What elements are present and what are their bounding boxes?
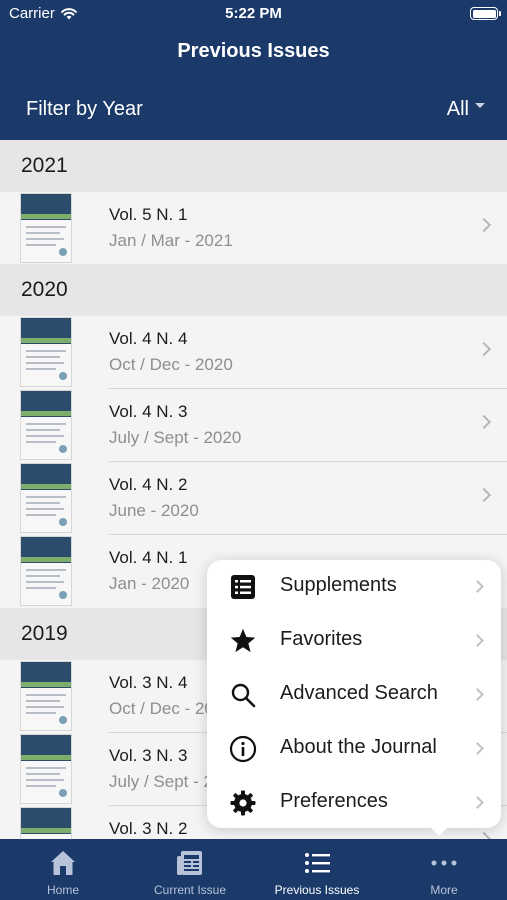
issue-volume: Vol. 4 N. 1 xyxy=(109,548,188,567)
menu-item-label: Advanced Search xyxy=(280,682,438,704)
menu-item-preferences[interactable]: Preferences xyxy=(207,776,501,830)
gear-icon xyxy=(229,789,257,817)
issue-volume: Vol. 3 N. 4 xyxy=(109,673,188,692)
tab-label: Home xyxy=(46,883,79,897)
issue-volume: Vol. 4 N. 3 xyxy=(109,402,188,421)
more-menu-popover: Supplements Favorites Advanced Search Ab… xyxy=(207,560,501,828)
section-header-2020: 2020 xyxy=(0,264,507,316)
tab-bar: Home Current Issue Previous Issues More xyxy=(0,839,507,900)
issue-volume: Vol. 4 N. 2 xyxy=(109,475,188,494)
star-icon xyxy=(229,627,257,655)
tab-current-issue[interactable]: Current Issue xyxy=(127,839,253,900)
popover-arrow xyxy=(429,826,449,836)
tab-more[interactable]: More xyxy=(381,839,507,900)
menu-item-label: Favorites xyxy=(280,628,363,650)
menu-item-label: Supplements xyxy=(280,574,397,596)
tab-home[interactable]: Home xyxy=(0,839,126,900)
year-filter-dropdown[interactable]: All xyxy=(447,98,485,121)
chevron-right-icon xyxy=(471,688,484,701)
issue-cover-thumbnail xyxy=(20,536,72,606)
issue-date: Jan / Mar - 2021 xyxy=(109,231,233,250)
issue-cover-thumbnail xyxy=(20,390,72,460)
home-icon xyxy=(51,851,75,875)
issue-date: June - 2020 xyxy=(109,501,199,520)
tab-previous-issues[interactable]: Previous Issues xyxy=(254,839,380,900)
chevron-right-icon xyxy=(476,414,492,430)
issue-date: Oct / Dec - 2020 xyxy=(109,355,233,374)
search-icon xyxy=(229,681,257,709)
chevron-right-icon xyxy=(476,487,492,503)
status-bar: Carrier 5:22 PM xyxy=(0,0,507,28)
tab-label: Current Issue xyxy=(153,883,227,897)
tab-label: More xyxy=(430,883,458,897)
issue-date: July / Sept - 2020 xyxy=(109,428,242,447)
filter-label: Filter by Year xyxy=(26,98,143,120)
tab-label: Previous Issues xyxy=(274,883,360,897)
issue-cover-thumbnail xyxy=(20,661,72,731)
chevron-right-icon xyxy=(476,217,492,233)
year-filter-value: All xyxy=(446,98,469,120)
menu-item-supplements[interactable]: Supplements xyxy=(207,560,501,614)
issue-cover-thumbnail xyxy=(20,317,72,387)
menu-item-label: Preferences xyxy=(280,790,388,812)
menu-item-label: About the Journal xyxy=(280,736,437,758)
list-icon xyxy=(229,573,257,601)
issue-cover-thumbnail xyxy=(20,193,72,263)
header: Carrier 5:22 PM Previous Issues Filter b… xyxy=(0,0,507,140)
section-year: 2019 xyxy=(21,622,68,645)
issue-cover-thumbnail xyxy=(20,463,72,533)
issue-row[interactable]: Vol. 4 N. 3 July / Sept - 2020 xyxy=(0,389,507,462)
issue-volume: Vol. 5 N. 1 xyxy=(109,205,188,224)
chevron-right-icon xyxy=(471,796,484,809)
issue-volume: Vol. 4 N. 4 xyxy=(109,329,188,348)
chevron-right-icon xyxy=(471,634,484,647)
list-icon xyxy=(305,853,330,873)
section-year: 2021 xyxy=(21,154,68,177)
section-year: 2020 xyxy=(21,278,68,301)
chevron-right-icon xyxy=(476,341,492,357)
caret-down-icon xyxy=(475,103,485,108)
chevron-right-icon xyxy=(471,742,484,755)
issue-volume: Vol. 3 N. 2 xyxy=(109,819,188,838)
more-icon xyxy=(431,860,457,866)
info-icon xyxy=(229,735,257,763)
section-header-2021: 2021 xyxy=(0,140,507,192)
page-title: Previous Issues xyxy=(177,40,330,62)
issue-row[interactable]: Vol. 5 N. 1 Jan / Mar - 2021 xyxy=(0,192,507,265)
menu-item-advanced-search[interactable]: Advanced Search xyxy=(207,668,501,722)
issue-cover-thumbnail xyxy=(20,734,72,804)
issue-row[interactable]: Vol. 4 N. 2 June - 2020 xyxy=(0,462,507,535)
issue-date: Jan - 2020 xyxy=(109,574,190,593)
status-time: 5:22 PM xyxy=(225,5,282,22)
issue-volume: Vol. 3 N. 3 xyxy=(109,746,188,765)
chevron-right-icon xyxy=(471,580,484,593)
issue-row[interactable]: Vol. 4 N. 4 Oct / Dec - 2020 xyxy=(0,316,507,389)
newspaper-icon xyxy=(177,851,202,875)
menu-item-favorites[interactable]: Favorites xyxy=(207,614,501,668)
menu-item-about-journal[interactable]: About the Journal xyxy=(207,722,501,776)
chevron-right-icon xyxy=(476,831,492,839)
issue-cover-thumbnail xyxy=(20,807,72,839)
battery-icon xyxy=(470,7,501,20)
